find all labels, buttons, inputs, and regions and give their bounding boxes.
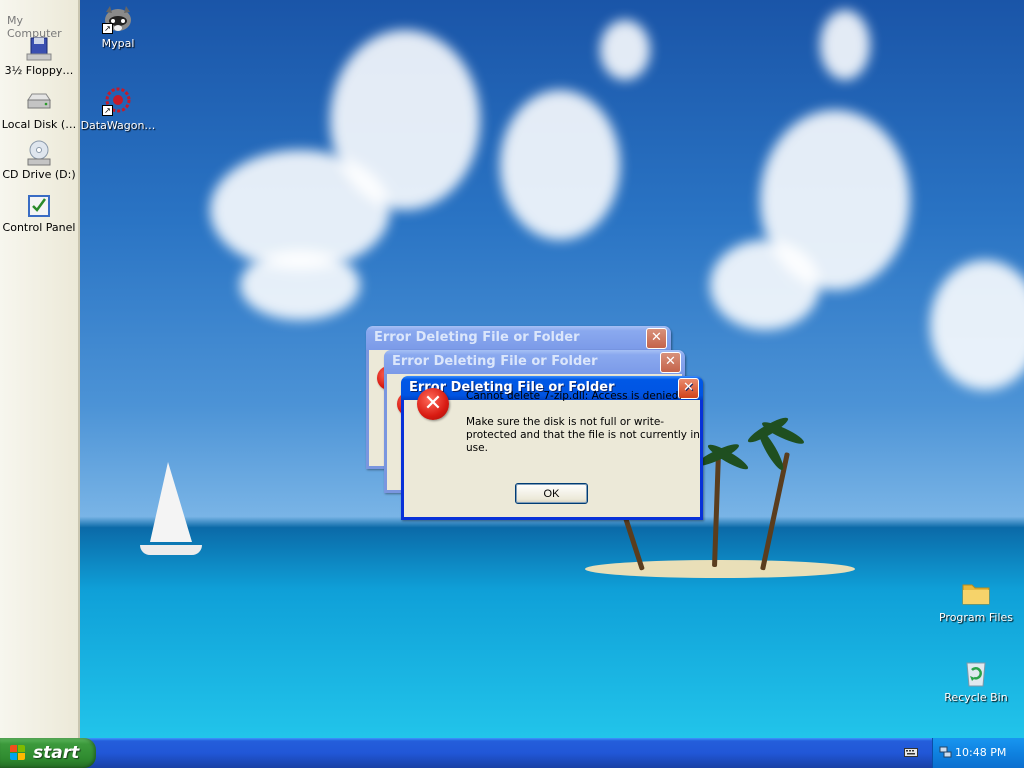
shortcut-arrow-icon: ↗ <box>102 23 113 34</box>
panel-item-label: Local Disk (… <box>1 118 77 131</box>
wallpaper-cloud <box>930 260 1024 390</box>
island <box>585 560 855 578</box>
system-tray: 10:48 PM <box>932 738 1024 768</box>
panel-item-label: Control Panel <box>2 221 76 234</box>
desktop-icon-datawagon[interactable]: ↗ DataWagon… <box>78 86 158 132</box>
desktop-icon-label: Mypal <box>101 37 135 50</box>
dialog-title: Error Deleting File or Folder <box>392 354 598 369</box>
desktop-icon-label: Program Files <box>938 611 1014 624</box>
control-panel-icon <box>25 193 53 219</box>
sailboat-hull <box>140 545 202 555</box>
keyboard-language-icon[interactable] <box>904 746 918 758</box>
dialog-titlebar[interactable]: Error Deleting File or Folder ✕ <box>384 350 685 374</box>
wallpaper-cloud <box>820 10 870 80</box>
panel-item-floppy[interactable]: 3½ Floppy… <box>0 36 78 77</box>
recycle-bin-icon <box>960 658 992 688</box>
windows-logo-icon <box>10 745 26 761</box>
taskbar: start 10:48 PM <box>0 738 1024 768</box>
dialog-title: Error Deleting File or Folder <box>374 330 580 345</box>
cd-drive-icon <box>25 140 53 166</box>
panel-item-control-panel[interactable]: Control Panel <box>0 193 78 234</box>
wallpaper-cloud <box>240 250 360 320</box>
network-icon[interactable] <box>939 746 952 762</box>
wallpaper-cloud <box>330 30 480 210</box>
panel-item-label: 3½ Floppy… <box>4 64 74 77</box>
panel-item-cd-drive[interactable]: CD Drive (D:) <box>0 140 78 181</box>
error-icon: ✕ <box>417 388 449 420</box>
panel-item-label: CD Drive (D:) <box>2 168 76 181</box>
desktop-icon-label: Recycle Bin <box>944 691 1008 704</box>
ok-button[interactable]: OK <box>515 483 588 504</box>
my-computer-panel: My Computer 3½ Floppy… Local Disk (… CD … <box>0 0 80 738</box>
panel-header: My Computer <box>7 14 62 40</box>
clock[interactable]: 10:48 PM <box>955 738 1006 768</box>
hard-disk-icon <box>25 90 53 116</box>
message-line-2: Make sure the disk is not full or write-… <box>466 416 700 454</box>
wallpaper-cloud <box>500 90 620 240</box>
start-label: start <box>33 743 80 763</box>
desktop-icon-recycle-bin[interactable]: Recycle Bin <box>936 658 1016 704</box>
dialog-message: Cannot delete 7-zip.dll: Access is denie… <box>466 390 701 468</box>
desktop-icon-label: DataWagon… <box>80 119 156 132</box>
palm-trunk <box>760 452 790 571</box>
close-button[interactable]: ✕ <box>646 328 667 349</box>
mypal-raccoon-icon: ↗ <box>102 4 134 34</box>
error-dialog-front[interactable]: Error Deleting File or Folder ✕ ✕ Cannot… <box>401 376 703 520</box>
floppy-drive-icon <box>25 36 53 62</box>
wallpaper-cloud <box>710 240 820 330</box>
sailboat-sail <box>150 462 192 542</box>
start-button[interactable]: start <box>0 738 96 768</box>
desktop-icon-mypal[interactable]: ↗ Mypal <box>78 4 158 50</box>
datawagon-icon: ↗ <box>102 86 134 116</box>
message-line-1: Cannot delete 7-zip.dll: Access is denie… <box>466 390 682 402</box>
desktop-icon-program-files[interactable]: Program Files <box>936 578 1016 624</box>
folder-icon <box>960 578 992 608</box>
dialog-titlebar[interactable]: Error Deleting File or Folder ✕ <box>366 326 671 350</box>
wallpaper-cloud <box>600 20 650 80</box>
panel-item-local-disk[interactable]: Local Disk (… <box>0 90 78 131</box>
palm-trunk <box>712 454 721 568</box>
shortcut-arrow-icon: ↗ <box>102 105 113 116</box>
close-button[interactable]: ✕ <box>660 352 681 373</box>
